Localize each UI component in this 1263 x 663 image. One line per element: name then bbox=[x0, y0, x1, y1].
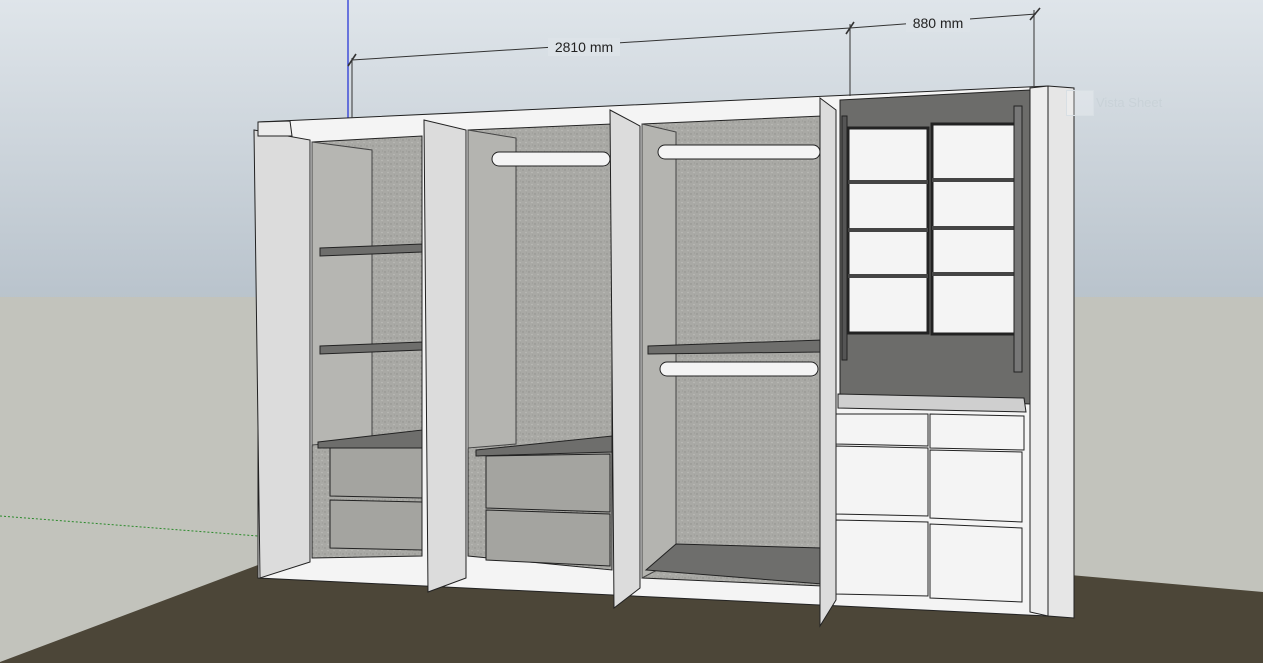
open-door-4[interactable] bbox=[819, 97, 837, 628]
drawer[interactable] bbox=[329, 447, 423, 499]
compartment-1[interactable] bbox=[311, 135, 423, 559]
drawer-front[interactable] bbox=[835, 445, 929, 517]
drawer-front[interactable] bbox=[929, 523, 1023, 603]
model-viewport[interactable]: 2810 mm 880 mm Vista Sheet bbox=[0, 0, 1263, 663]
drawer-front[interactable] bbox=[929, 449, 1023, 523]
hanging-rail[interactable] bbox=[491, 151, 611, 167]
faded-overlay-icon bbox=[1066, 90, 1094, 116]
dimension-label: 880 mm bbox=[913, 15, 964, 31]
end-panel-right[interactable] bbox=[1029, 85, 1049, 617]
open-door-2[interactable] bbox=[423, 119, 467, 593]
drawer[interactable] bbox=[485, 453, 611, 513]
drawer-front[interactable] bbox=[835, 519, 929, 597]
compartment-2[interactable] bbox=[467, 123, 613, 571]
hanging-rail[interactable] bbox=[657, 144, 821, 160]
dimension-label: 2810 mm bbox=[555, 39, 613, 55]
faded-overlay-label: Vista Sheet bbox=[1096, 95, 1163, 110]
drawer[interactable] bbox=[329, 499, 423, 551]
glass-door-left[interactable] bbox=[846, 126, 930, 335]
glass-door-right[interactable] bbox=[930, 122, 1020, 336]
side-panel-right[interactable] bbox=[1047, 85, 1075, 619]
drawer[interactable] bbox=[485, 509, 611, 567]
drawer-front[interactable] bbox=[835, 413, 929, 447]
open-door-3[interactable] bbox=[609, 109, 641, 610]
hanging-rail[interactable] bbox=[659, 361, 819, 377]
open-door-1[interactable] bbox=[253, 129, 311, 579]
compartment-3[interactable] bbox=[641, 115, 823, 587]
drawer-front[interactable] bbox=[929, 413, 1025, 451]
top-return-panel[interactable] bbox=[257, 120, 293, 137]
